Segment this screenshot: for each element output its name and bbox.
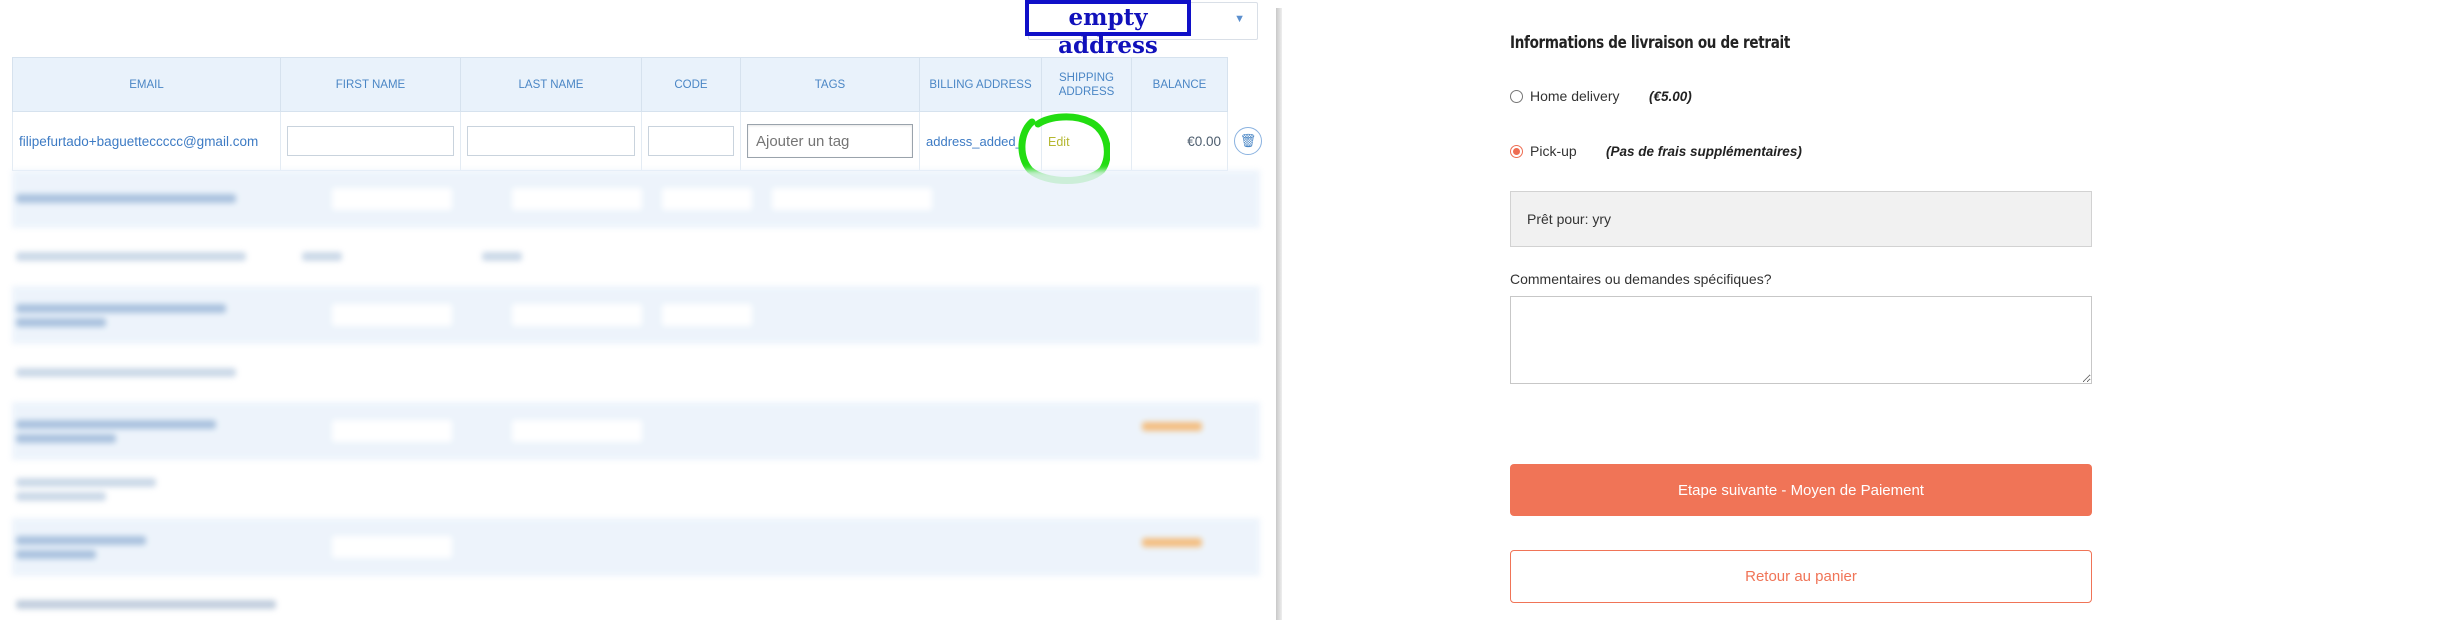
shipping-edit-link[interactable]: Edit	[1048, 135, 1070, 149]
comments-textarea[interactable]	[1510, 296, 2092, 384]
cell-email[interactable]: filipefurtado+baguetteccccc@gmail.com	[12, 111, 281, 171]
pickup-label[interactable]: Pick-up	[1530, 143, 1577, 159]
pickup-radio[interactable]	[1510, 145, 1523, 158]
annotation-label: empty address	[1025, 0, 1191, 59]
admin-customers-panel: ▼ empty address EMAIL FIRST NAME LAST NA…	[0, 0, 1283, 620]
home-delivery-radio[interactable]	[1510, 90, 1523, 103]
panel-divider	[1276, 8, 1282, 620]
cell-shipping-address: Edit	[1041, 111, 1132, 171]
section-title: Informations de livraison ou de retrait	[1510, 33, 1790, 52]
column-header-shipping-address[interactable]: SHIPPING ADDRESS	[1041, 57, 1132, 112]
column-header-balance[interactable]: BALANCE	[1131, 57, 1228, 112]
column-header-actions	[1227, 57, 1268, 112]
column-header-tags[interactable]: TAGS	[740, 57, 920, 112]
last-name-input[interactable]	[467, 126, 635, 156]
cell-first-name	[280, 111, 461, 171]
cell-balance: €0.00	[1131, 111, 1228, 171]
home-delivery-price: (€5.00)	[1649, 89, 1692, 104]
column-header-billing-address[interactable]: BILLING ADDRESS	[919, 57, 1042, 112]
next-step-button[interactable]: Etape suivante - Moyen de Paiement	[1510, 464, 2092, 516]
cell-tags	[740, 111, 920, 171]
back-to-cart-button[interactable]: Retour au panier	[1510, 550, 2092, 603]
column-header-last-name[interactable]: LAST NAME	[460, 57, 642, 112]
tag-input[interactable]	[747, 124, 913, 158]
table-header-row: EMAIL FIRST NAME LAST NAME CODE TAGS BIL…	[12, 57, 1268, 112]
ready-for-field[interactable]: Prêt pour: yry	[1510, 191, 2092, 247]
column-header-first-name[interactable]: FIRST NAME	[280, 57, 461, 112]
table-row: filipefurtado+baguetteccccc@gmail.com ad…	[12, 111, 1269, 171]
comments-label: Commentaires ou demandes spécifiques?	[1510, 271, 1772, 287]
cell-last-name	[460, 111, 642, 171]
checkout-delivery-form: Informations de livraison ou de retrait …	[1283, 0, 2445, 634]
code-input[interactable]	[648, 126, 734, 156]
chevron-down-icon[interactable]: ▼	[1234, 13, 1245, 25]
column-header-code[interactable]: CODE	[641, 57, 741, 112]
trash-icon[interactable]: 🗑	[1234, 127, 1262, 155]
customers-table: EMAIL FIRST NAME LAST NAME CODE TAGS BIL…	[12, 57, 1269, 171]
cell-billing-address[interactable]: address_added_	[919, 111, 1042, 171]
cell-code	[641, 111, 741, 171]
column-header-email[interactable]: EMAIL	[12, 57, 281, 112]
cell-actions: 🗑	[1228, 112, 1269, 171]
home-delivery-label[interactable]: Home delivery	[1530, 88, 1619, 104]
blurred-table-rows	[12, 170, 1260, 620]
first-name-input[interactable]	[287, 126, 454, 156]
pickup-price-note: (Pas de frais supplémentaires)	[1606, 144, 1802, 159]
